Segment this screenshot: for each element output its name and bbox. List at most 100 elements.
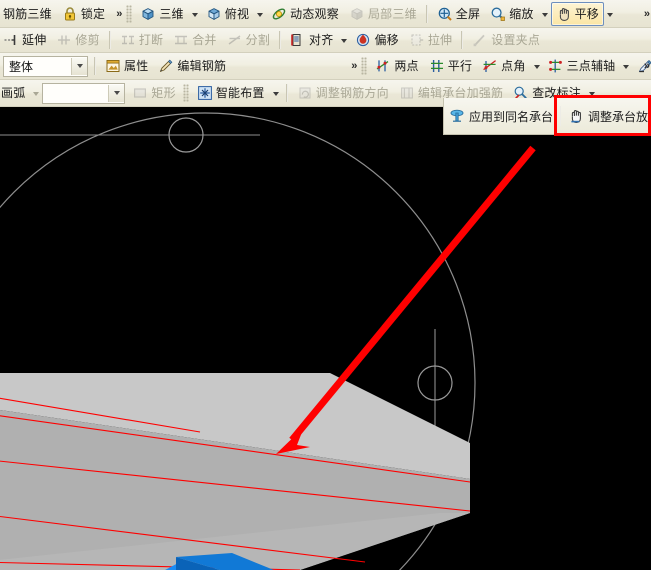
local-cube-icon <box>351 7 363 20</box>
lock-button[interactable]: 锁定 <box>57 2 110 26</box>
smart-layout-button[interactable]: 智能布置 <box>192 81 270 105</box>
three-point-axis-button[interactable]: 三点辅轴 <box>543 54 621 78</box>
pan-caret-down-icon[interactable] <box>607 12 613 17</box>
draw-toolbar-separator-1 <box>285 84 288 102</box>
edit-toolbar-separator-1 <box>108 31 111 49</box>
adjust-rebar-direction-label: 调整钢筋方向 <box>315 86 389 100</box>
rebar-toolbar-overflow-chevron-icon[interactable]: » <box>351 60 357 72</box>
adjust-cap-slope-item[interactable]: 调整承台放坡 <box>563 104 651 128</box>
3d-viewport[interactable] <box>0 107 651 570</box>
properties-button[interactable]: 属性 <box>100 54 153 78</box>
apply-to-same-name-cap-item[interactable]: 应用到同名承台 <box>444 104 558 128</box>
parallel-button[interactable]: 平行 <box>424 54 477 78</box>
smart-layout-caret-down-icon[interactable] <box>272 92 279 96</box>
fullscreen-icon <box>438 7 452 21</box>
three-point-axis-caret-down-icon[interactable] <box>623 65 630 69</box>
check-annotation-caret-down-icon[interactable] <box>589 92 596 96</box>
extend-icon <box>4 35 16 45</box>
split-button[interactable]: 分割 <box>222 28 275 52</box>
stretch-button[interactable]: 拉伸 <box>404 28 457 52</box>
edit-toolbar-separator-2 <box>279 31 282 49</box>
align-icon <box>291 34 301 46</box>
cap-rebar-icon <box>400 87 413 99</box>
draw-arc-caret-down-icon[interactable] <box>33 92 40 96</box>
rotate-rebar-icon <box>299 87 311 99</box>
local-3d-button[interactable]: 局部三维 <box>344 2 422 26</box>
lock-label: 锁定 <box>80 6 106 21</box>
rectangle-button[interactable]: 矩形 <box>127 81 180 105</box>
break-button[interactable]: 打断 <box>115 28 168 52</box>
hand-icon <box>571 110 581 123</box>
three-d-button[interactable]: 三维 <box>135 2 188 26</box>
trim-button[interactable]: 修剪 <box>51 28 104 52</box>
fullscreen-button[interactable]: 全屏 <box>432 2 485 26</box>
scope-select[interactable]: 整体 <box>3 55 88 77</box>
rectangle-icon <box>134 88 147 98</box>
break-icon <box>121 35 134 45</box>
smart-layout-icon <box>197 86 212 100</box>
offset-button[interactable]: 偏移 <box>350 28 403 52</box>
view-toolbar-overflow-chevron-icon[interactable]: » <box>116 8 122 20</box>
align-button[interactable]: 对齐 <box>285 28 338 52</box>
pile-cap-dropdown[interactable]: 应用到同名承台 调整承台放坡 <box>443 98 651 135</box>
adjust-cap-slope-label: 调整承台放坡 <box>588 109 651 124</box>
top-view-label: 俯视 <box>224 6 250 21</box>
dynamic-observe-button[interactable]: 动态观察 <box>266 2 344 26</box>
point-angle-label: 点角 <box>501 59 526 73</box>
extend-button[interactable]: 延伸 <box>0 28 51 52</box>
cube-top-icon <box>208 7 220 20</box>
toolbar-title-rebar-3d: 钢筋三维 <box>0 2 57 26</box>
view-toolbar: 钢筋三维 锁定 » 三维 俯视 动态观察 局部三维 全屏 缩放 平移 » <box>0 0 651 28</box>
set-grip-button[interactable]: 设置夹点 <box>467 28 545 52</box>
apply-to-same-name-cap-label: 应用到同名承台 <box>469 109 554 124</box>
grip-point-icon <box>473 34 485 47</box>
zoom-button[interactable]: 缩放 <box>485 2 538 26</box>
extend-label: 延伸 <box>22 33 47 47</box>
point-angle-caret-down-icon[interactable] <box>533 65 540 69</box>
apply-cap-icon <box>450 109 464 122</box>
set-grip-label: 设置夹点 <box>491 33 541 47</box>
edit-rebar-button[interactable]: 编辑钢筋 <box>153 54 231 78</box>
lock-icon <box>64 6 75 20</box>
break-label: 打断 <box>138 33 164 47</box>
view-toolbar-right-overflow-icon[interactable]: » <box>644 8 650 20</box>
pan-button[interactable]: 平移 <box>550 1 604 26</box>
scope-select-chevron-down-icon[interactable] <box>71 57 87 75</box>
split-icon <box>228 35 241 45</box>
zoom-label: 缩放 <box>509 6 534 21</box>
layer-select-chevron-down-icon[interactable] <box>108 84 125 102</box>
draw-arc-label: 画弧 <box>1 86 26 100</box>
align-label: 对齐 <box>309 33 334 47</box>
parallel-icon <box>430 60 443 72</box>
rectangle-label: 矩形 <box>151 86 176 100</box>
two-point-label: 两点 <box>394 59 419 73</box>
three-d-caret-down-icon[interactable] <box>191 12 198 17</box>
local-3d-label: 局部三维 <box>367 6 417 21</box>
merge-label: 合并 <box>192 33 217 47</box>
rebar-toolbar-right-overflow-icon[interactable]: » <box>644 60 650 72</box>
pan-label: 平移 <box>574 6 599 21</box>
top-view-caret-down-icon[interactable] <box>257 12 264 17</box>
orbit-icon <box>272 8 286 19</box>
zoom-caret-down-icon[interactable] <box>541 12 548 17</box>
offset-label: 偏移 <box>374 33 399 47</box>
scope-select-value: 整体 <box>9 59 34 74</box>
draw-toolbar-grip[interactable] <box>182 84 189 102</box>
align-caret-down-icon[interactable] <box>341 39 348 43</box>
edit-rebar-label: 编辑钢筋 <box>177 59 227 73</box>
view-toolbar-grip[interactable] <box>126 4 133 23</box>
view-toolbar-separator-1 <box>425 4 428 23</box>
pencil-icon <box>160 59 173 72</box>
three-point-axis-label: 三点辅轴 <box>566 59 616 73</box>
layer-select[interactable] <box>42 82 126 104</box>
dynamic-observe-label: 动态观察 <box>290 6 339 21</box>
application-window: 钢筋三维 锁定 » 三维 俯视 动态观察 局部三维 全屏 缩放 平移 » 延伸 … <box>0 0 651 570</box>
merge-button[interactable]: 合并 <box>168 28 221 52</box>
rebar-toolbar-grip[interactable] <box>361 57 368 75</box>
draw-arc-button[interactable]: 画弧 <box>0 81 30 105</box>
fullscreen-label: 全屏 <box>455 6 481 21</box>
top-view-button[interactable]: 俯视 <box>201 2 254 26</box>
point-angle-button[interactable]: 点角 <box>477 54 530 78</box>
adjust-rebar-direction-button[interactable]: 调整钢筋方向 <box>292 81 394 105</box>
two-point-button[interactable]: 两点 <box>370 54 423 78</box>
